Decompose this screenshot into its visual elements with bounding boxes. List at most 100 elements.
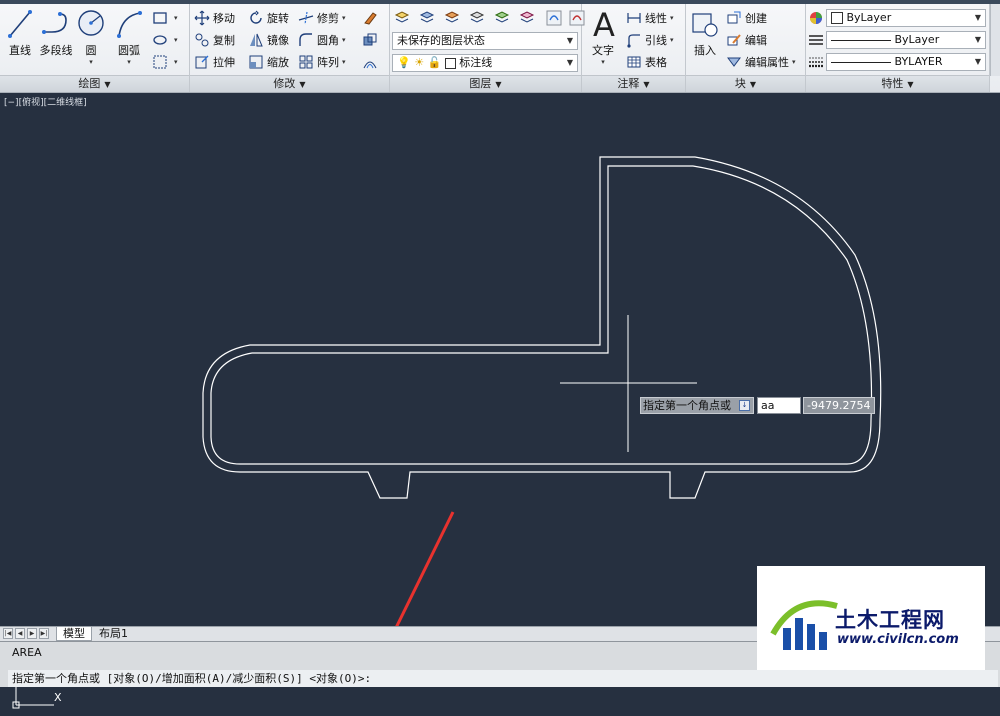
create-block-icon <box>726 10 742 26</box>
lock-icon: 🔓 <box>427 56 442 69</box>
lineweight-value: BYLAYER <box>894 55 943 68</box>
panel-overflow-icon[interactable] <box>990 4 1000 76</box>
color-picker-icon-wrap[interactable] <box>808 10 827 26</box>
drawing-canvas[interactable]: [−][俯视][二维线框] Y X 指定第一个角点或 ↓ aa -9479.27… <box>0 93 1000 709</box>
polyline-button[interactable]: 多段线 <box>36 8 76 58</box>
fillet-button[interactable]: 圆角 ▾ <box>298 32 346 48</box>
boundary-button[interactable]: ▾ <box>152 54 178 70</box>
annotation-panel-footer[interactable]: 注释 ▼ <box>582 75 685 92</box>
insert-block-button[interactable]: 插入 <box>688 8 722 58</box>
array-button[interactable]: 阵列 ▾ <box>298 54 346 70</box>
first-tab-icon[interactable]: |◀ <box>3 628 13 639</box>
layer-freeze-icon[interactable] <box>546 10 562 26</box>
layer-unisolate-icon[interactable] <box>469 10 485 26</box>
edit-attributes-label: 编辑属性 <box>745 56 789 69</box>
layers-panel-footer[interactable]: 图层 ▼ <box>390 75 581 92</box>
linetype-icon-wrap[interactable] <box>808 32 827 48</box>
edit-block-button[interactable]: 编辑 <box>726 32 767 48</box>
color-dropdown[interactable]: ByLayer ▼ <box>826 9 986 27</box>
annotation-panel: A 文字 ▾ 线性 ▾ 引线 ▾ 表格 注释 ▼ <box>582 4 686 92</box>
copy-icon <box>194 32 210 48</box>
copy-button[interactable]: 复制 <box>194 32 235 48</box>
properties-panel-footer[interactable]: 特性 ▼ <box>806 75 989 92</box>
move-button[interactable]: 移动 <box>194 10 235 26</box>
layer-isolate-icon[interactable] <box>444 10 460 26</box>
table-button[interactable]: 表格 <box>626 54 667 70</box>
hatch-button[interactable]: ▾ <box>152 32 178 48</box>
linear-dimension-button[interactable]: 线性 ▾ <box>626 10 674 26</box>
offset-icon <box>362 54 378 70</box>
fillet-icon <box>298 32 314 48</box>
command-input-line[interactable]: 指定第一个角点或 [对象(O)/增加面积(A)/减少面积(S)] <对象(O)>… <box>8 670 998 687</box>
rectangle-button[interactable]: ▾ <box>152 10 178 26</box>
linetype-dropdown[interactable]: ByLayer ▼ <box>826 31 986 49</box>
dynamic-input-x-field[interactable]: aa <box>757 397 801 414</box>
layer-state-icon[interactable] <box>419 10 435 26</box>
text-label: 文字 <box>592 44 614 57</box>
last-tab-icon[interactable]: ▶| <box>39 628 49 639</box>
layer-match-icon[interactable] <box>494 10 510 26</box>
modify-panel-footer[interactable]: 修改 ▼ <box>190 75 389 92</box>
lineweight-dropdown[interactable]: BYLAYER ▼ <box>826 53 986 71</box>
layer-state-dropdown[interactable]: 未保存的图层状态 ▼ <box>392 32 578 50</box>
explode-button[interactable] <box>362 32 381 48</box>
sun-icon: ☀ <box>414 56 425 69</box>
layer-previous-icon[interactable] <box>519 10 535 26</box>
arc-icon <box>117 11 142 38</box>
block-panel: 插入 创建 编辑 编辑属性 ▾ 块 ▼ <box>686 4 806 92</box>
trim-label: 修剪 <box>317 12 339 25</box>
hatch-icon <box>152 54 168 70</box>
rotate-button[interactable]: 旋转 <box>248 10 289 26</box>
text-icon: A <box>593 6 615 40</box>
mirror-label: 镜像 <box>267 34 289 47</box>
layer-tools-row <box>394 10 588 26</box>
line-button[interactable]: 直线 <box>4 8 36 58</box>
erase-button[interactable] <box>362 10 381 26</box>
watermark-logo: 土木工程网 www.civilcn.com <box>757 566 985 670</box>
text-button[interactable]: A 文字 ▾ <box>588 6 618 66</box>
layer-properties-icon[interactable] <box>394 10 410 26</box>
properties-panel-title: 特性 <box>881 77 904 90</box>
copy-label: 复制 <box>213 34 235 47</box>
edit-attributes-button[interactable]: 编辑属性 ▾ <box>726 54 796 70</box>
tab-layout1[interactable]: 布局1 <box>93 627 134 640</box>
scale-button[interactable]: 缩放 <box>248 54 289 70</box>
line-label: 直线 <box>9 44 31 57</box>
layer-dropdown[interactable]: 💡 ☀ 🔓 标注线 ▼ <box>392 54 578 72</box>
arc-dropdown-arrow[interactable]: ▾ <box>112 58 146 66</box>
color-wheel-icon <box>808 10 824 26</box>
block-panel-footer[interactable]: 块 ▼ <box>686 75 805 92</box>
draw-panel-footer[interactable]: 绘图 ▼ <box>0 75 189 92</box>
polyline-label: 多段线 <box>39 44 73 57</box>
next-tab-icon[interactable]: ▶ <box>27 628 37 639</box>
erase-icon <box>362 10 378 26</box>
leader-icon <box>626 32 642 48</box>
offset-button[interactable] <box>362 54 381 70</box>
leader-button[interactable]: 引线 ▾ <box>626 32 674 48</box>
create-label: 创建 <box>745 12 767 25</box>
stretch-button[interactable]: 拉伸 <box>194 54 235 70</box>
dynamic-input-y-field[interactable]: -9479.2754 <box>803 397 875 414</box>
svg-text:A: A <box>593 6 615 40</box>
dynamic-input-prompt-text: 指定第一个角点或 <box>643 399 731 412</box>
trim-button[interactable]: 修剪 ▾ <box>298 10 346 26</box>
text-dropdown-arrow[interactable]: ▾ <box>588 58 618 66</box>
dynamic-input-options-icon[interactable]: ↓ <box>739 400 750 411</box>
previous-tab-icon[interactable]: ◀ <box>15 628 25 639</box>
stretch-icon <box>194 54 210 70</box>
linear-dimension-icon <box>626 10 642 26</box>
lineweight-icon <box>808 54 824 70</box>
tab-model[interactable]: 模型 <box>56 627 92 641</box>
arc-button[interactable]: 圆弧 ▾ <box>112 8 146 66</box>
lineweight-icon-wrap[interactable] <box>808 54 827 70</box>
mirror-button[interactable]: 镜像 <box>248 32 289 48</box>
circle-button[interactable]: 圆 ▾ <box>76 8 106 66</box>
lineweight-sample <box>831 61 891 63</box>
rectangle-icon <box>152 10 168 26</box>
circle-dropdown-arrow[interactable]: ▾ <box>76 58 106 66</box>
move-icon <box>194 10 210 26</box>
ribbon: 直线 多段线 圆 ▾ 圆弧 ▾ ▾ ▾ ▾ 绘图 ▼ 移动 旋转 修剪 ▾ 复制… <box>0 0 1000 93</box>
create-block-button[interactable]: 创建 <box>726 10 767 26</box>
drawing-geometry <box>202 156 882 626</box>
modify-panel: 移动 旋转 修剪 ▾ 复制 镜像 圆角 ▾ 拉伸 缩放 阵列 ▾ 修改 ▼ <box>190 4 390 92</box>
